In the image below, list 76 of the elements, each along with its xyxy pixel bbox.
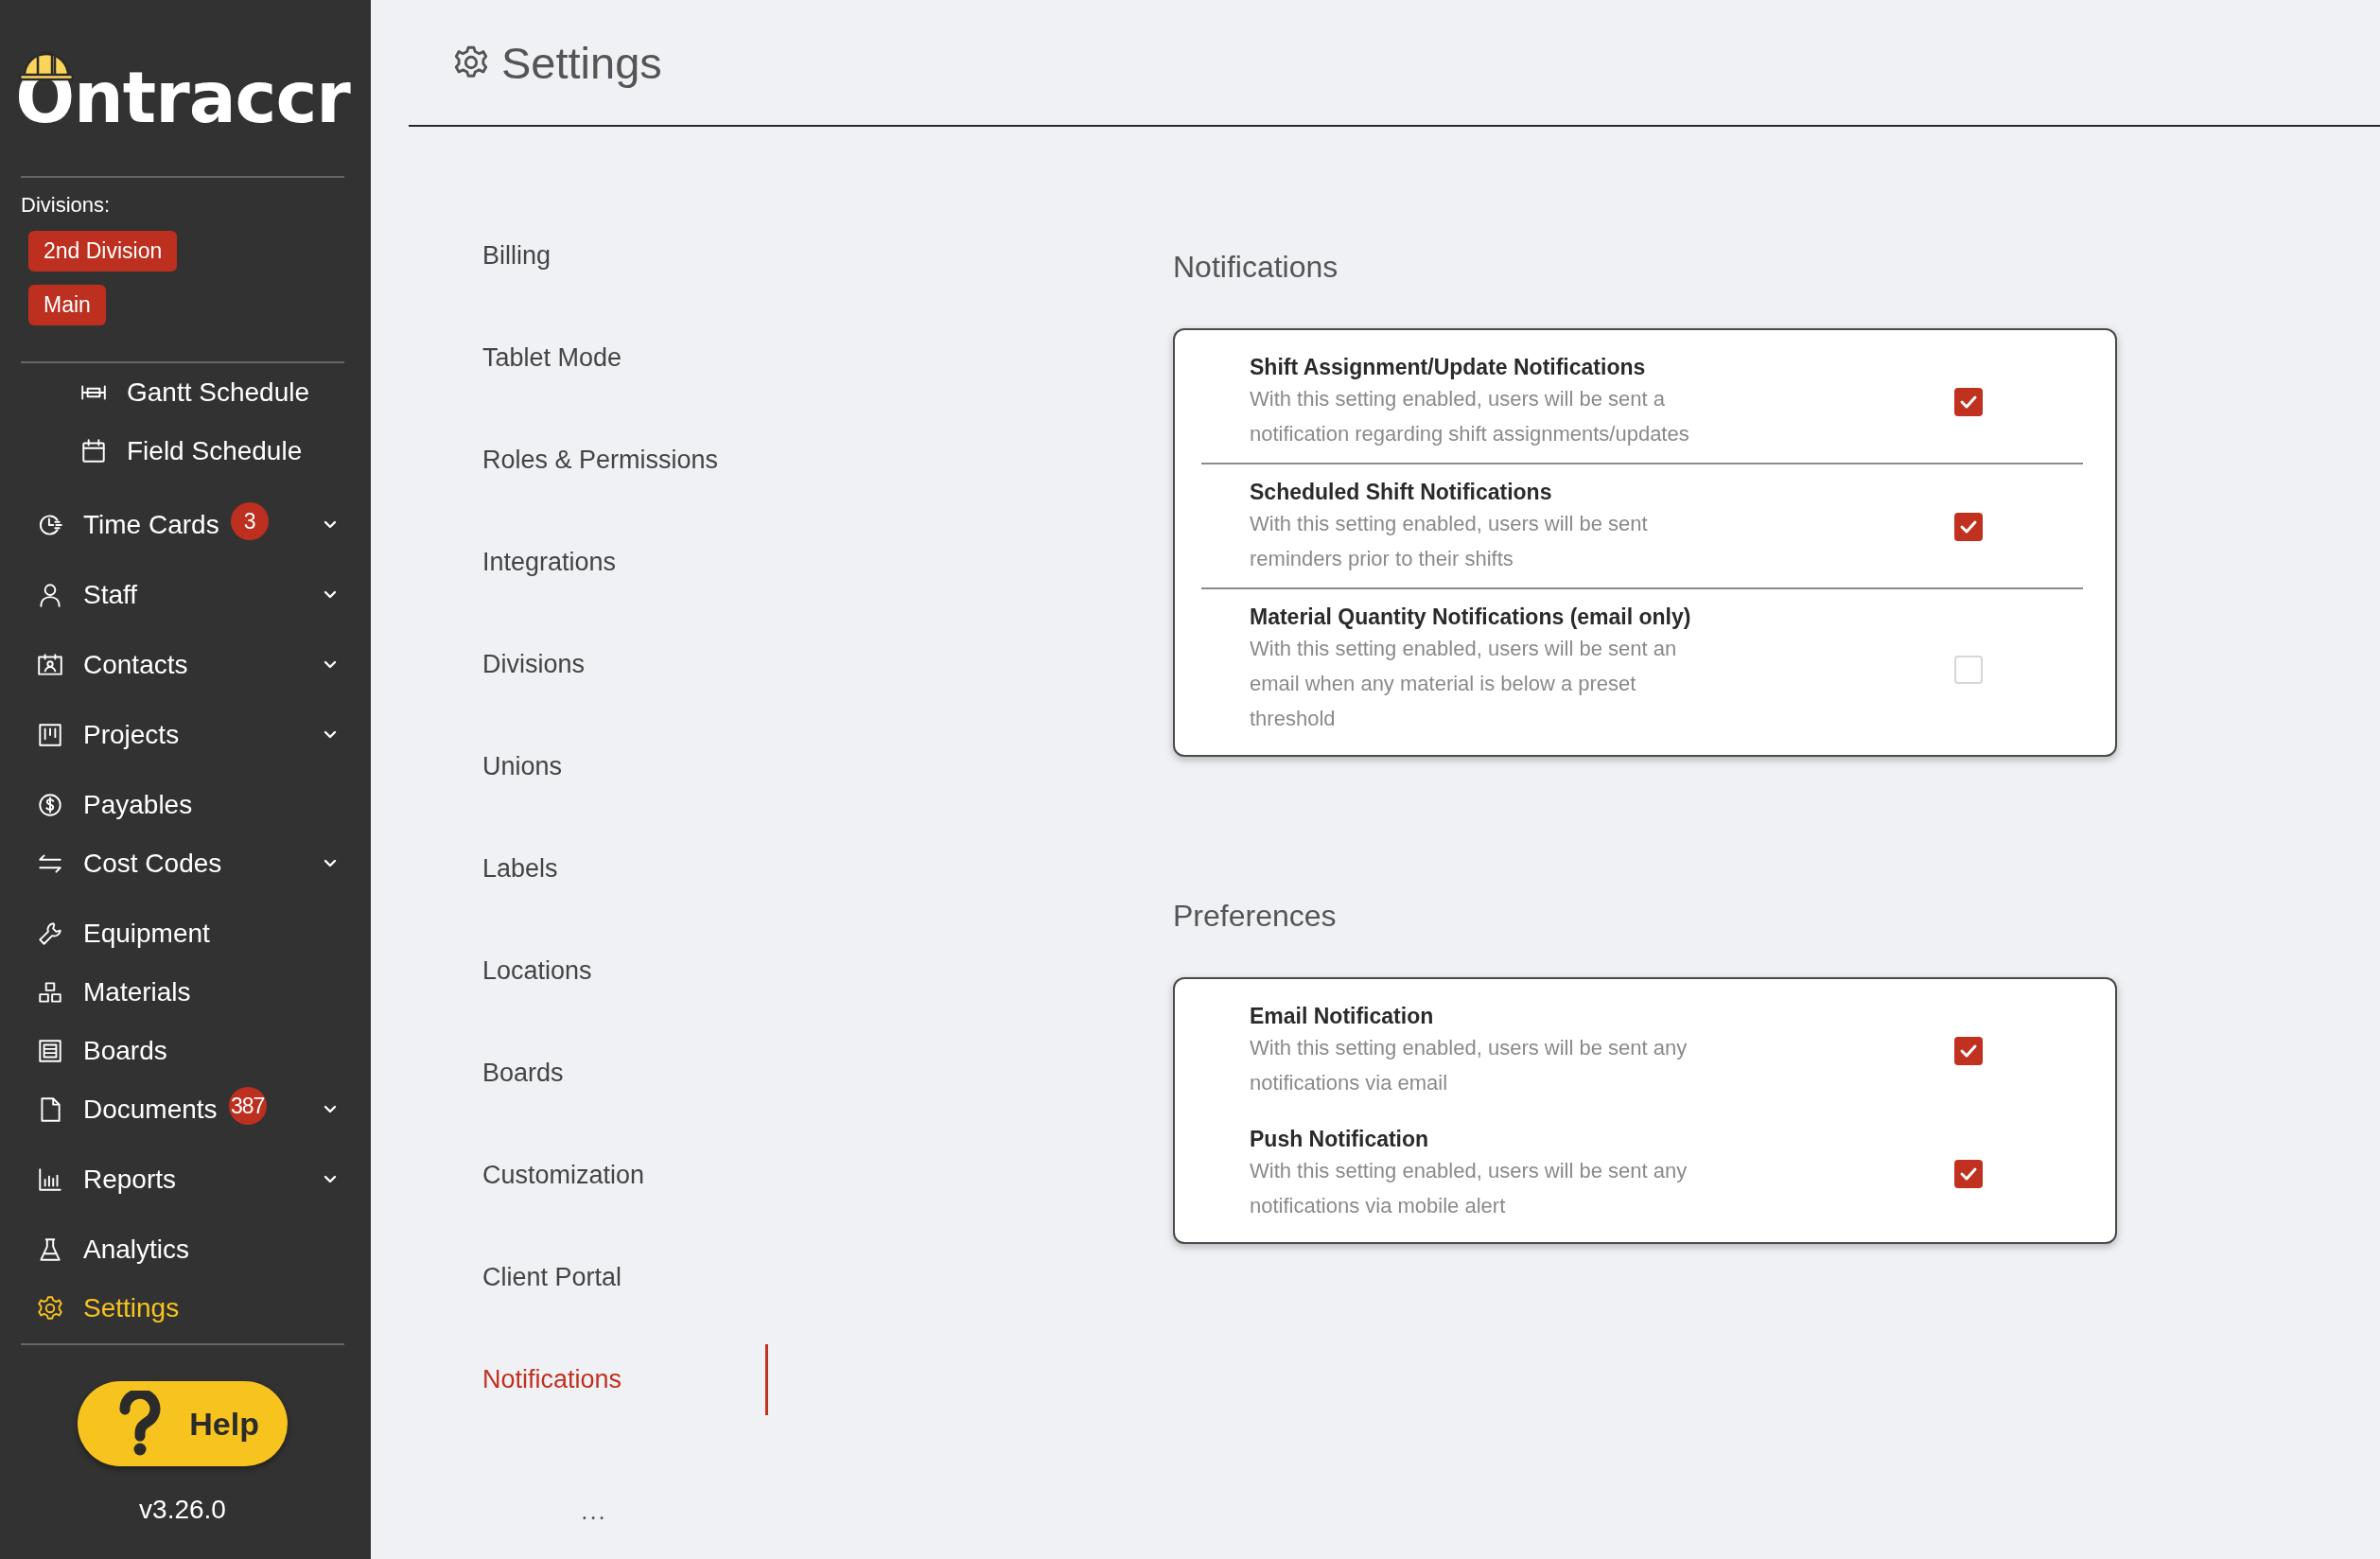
board-icon [36,721,64,749]
settings-menu-item[interactable]: Roles & Permissions [437,424,768,496]
nav-item[interactable]: Boards [21,1022,344,1080]
section-title: Preferences [1173,899,1338,934]
settings-menu-item[interactable]: Boards [437,1037,768,1109]
nav-label: Cost Codes [83,849,222,879]
more-indicator: ... [581,1497,607,1526]
nav-label: Time Cards [83,510,219,540]
logo: Ontraccr [15,62,350,132]
nav-label: Payables [83,790,193,820]
settings-menu-item[interactable]: Tablet Mode [437,322,768,394]
dollar-icon [36,791,64,819]
nav-label: Field Schedule [127,436,303,466]
settings-menu-item[interactable]: Client Portal [437,1241,768,1313]
calendar-icon [79,437,108,465]
setting-description: With this setting enabled, users will be sent an email when any material is below a preset threshold [1250,636,1678,732]
nav-label: Staff [83,580,138,610]
setting-description: With this setting enabled, users will be sent any notifications via email [1250,1035,1689,1096]
section-title: Notifications [1173,250,1339,285]
settings-menu-item[interactable]: Billing [437,219,768,291]
gear-icon [36,1294,64,1323]
nav-label: Projects [83,720,180,750]
setting-title: Scheduled Shift Notifications [1250,479,1553,506]
question-mark-icon [119,1391,161,1457]
wrench-icon [36,920,64,948]
nav-item[interactable]: Documents 387 [21,1080,344,1139]
nav-item[interactable]: Projects [21,706,344,764]
nav-item[interactable]: Field Schedule [21,422,344,481]
setting-title: Material Quantity Notifications (email only) [1250,604,1692,631]
settings-menu-item[interactable]: Unions [437,730,768,802]
setting-description: With this setting enabled, users will be sent reminders prior to their shifts [1250,511,1649,572]
nav-label: Settings [83,1293,180,1323]
nav-label: Materials [83,977,191,1007]
checkbox[interactable] [1954,513,1983,541]
nav-label: Reports [83,1165,177,1195]
setting-title: Shift Assignment/Update Notifications [1250,354,1647,381]
frame-icon [36,1037,64,1065]
checkbox[interactable] [1954,1037,1983,1065]
count-badge: 387 [228,1087,267,1125]
nav-label: Analytics [83,1235,190,1265]
settings-menu-item[interactable]: Divisions [437,628,768,700]
nav-label: Boards [83,1036,167,1066]
settings-menu-item[interactable]: Integrations [437,526,768,598]
settings-menu-item[interactable]: Customization [437,1139,768,1211]
checkbox[interactable] [1954,388,1983,416]
nav-label: Contacts [83,650,188,680]
nav-label: Gantt Schedule [127,377,310,408]
nav-item[interactable]: Materials [21,963,344,1022]
division-tag[interactable]: Main [28,285,106,325]
settings-menu-item[interactable]: Labels [437,832,768,904]
count-badge: 3 [230,502,269,540]
settings-menu-item[interactable]: Notifications [437,1343,768,1415]
nav-item[interactable]: Analytics [21,1220,344,1279]
nav-item[interactable]: Gantt Schedule [21,363,344,422]
setting-title: Push Notification [1250,1126,1430,1153]
help-button[interactable]: Help [78,1381,288,1466]
page-title: Settings [501,36,662,89]
setting-title: Email Notification [1250,1003,1435,1030]
nav-label: Equipment [83,919,210,949]
divisions-label: Divisions: [21,193,112,218]
nav-item[interactable]: Time Cards 3 [21,496,344,554]
nav-label: Documents [83,1095,218,1125]
nav-item[interactable]: Contacts [21,636,344,694]
division-tag[interactable]: 2nd Division [28,231,178,272]
nav-item[interactable]: Cost Codes [21,834,344,893]
bar-chart-icon [36,1165,64,1194]
settings-menu-item[interactable]: Locations [437,935,768,1007]
setting-description: With this setting enabled, users will be sent a notification regarding shift assignments/updates [1250,386,1690,447]
nav-item[interactable]: Payables [21,776,344,834]
setting-description: With this setting enabled, users will be sent any notifications via mobile alert [1250,1158,1689,1219]
version-label: v3.26.0 [139,1495,226,1525]
nav-item[interactable]: Settings [21,1279,344,1338]
checkbox[interactable] [1954,1160,1983,1188]
nav-item[interactable]: Equipment [21,904,344,963]
nav-item[interactable]: Reports [21,1150,344,1209]
nav-item[interactable]: Staff [21,566,344,624]
